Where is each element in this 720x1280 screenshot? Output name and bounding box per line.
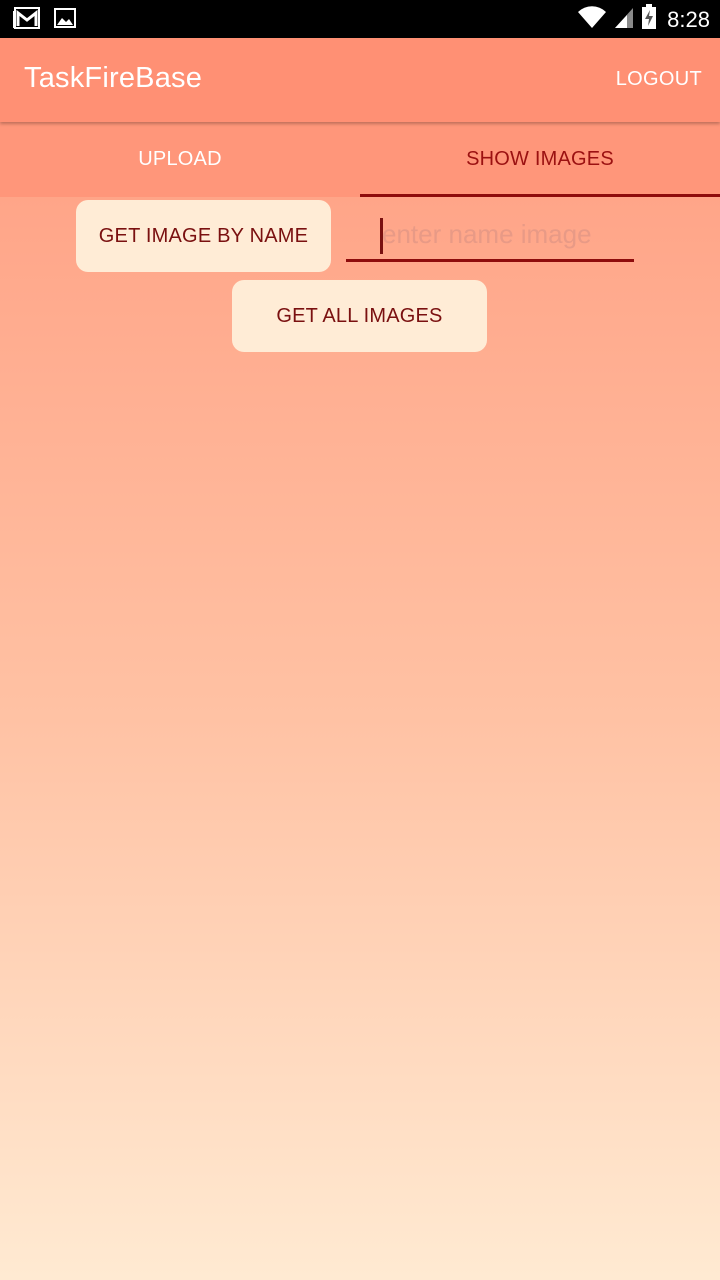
tab-show-images[interactable]: SHOW IMAGES — [360, 122, 720, 197]
image-name-input[interactable] — [346, 210, 634, 259]
gmail-icon — [12, 6, 40, 35]
tab-bar: UPLOAD SHOW IMAGES — [0, 122, 720, 197]
app-bar: TaskFireBase LOGOUT — [0, 38, 720, 122]
app-title: TaskFireBase — [24, 62, 203, 94]
signal-icon — [613, 4, 635, 35]
logout-button[interactable]: LOGOUT — [616, 68, 702, 91]
system-icons: 8:28 — [577, 4, 710, 35]
clock: 8:28 — [667, 6, 710, 32]
name-input-field — [346, 210, 634, 262]
get-image-by-name-button[interactable]: GET IMAGE BY NAME — [76, 200, 331, 272]
wifi-icon — [577, 4, 607, 35]
get-all-images-button[interactable]: GET ALL IMAGES — [232, 280, 487, 352]
tab-upload[interactable]: UPLOAD — [0, 122, 360, 197]
image-icon — [54, 8, 76, 33]
status-bar: 8:28 — [0, 0, 720, 38]
tab-selected-indicator — [360, 194, 720, 197]
battery-charging-icon — [641, 4, 657, 35]
notification-icons — [12, 6, 76, 35]
text-cursor — [380, 218, 383, 254]
